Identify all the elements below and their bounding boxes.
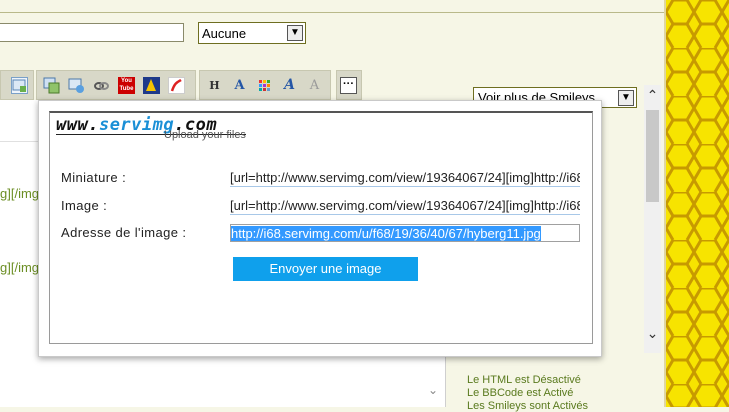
chevron-down-icon[interactable]: ▼ [287, 25, 303, 41]
font-icon[interactable]: A [281, 77, 298, 94]
link-icon[interactable] [93, 77, 110, 94]
smileys-status[interactable]: Les Smileys sont Activés [467, 400, 588, 412]
editor-text-line: g][/img [0, 186, 40, 201]
honeycomb-background [664, 0, 729, 407]
image-icon[interactable] [11, 77, 28, 94]
flash-icon[interactable] [168, 77, 185, 94]
option-select[interactable]: Aucune ▼ [198, 22, 306, 44]
chevron-up-icon[interactable]: ⌃ [645, 87, 660, 104]
image-address-label: Adresse de l'image : [61, 225, 187, 240]
image-field[interactable]: [url=http://www.servimg.com/view/1936406… [230, 197, 580, 215]
editor-toolbar: You Tube H A A A ··· [0, 70, 362, 100]
chevron-down-icon[interactable]: ▼ [618, 90, 634, 106]
miniature-label: Miniature : [61, 170, 127, 185]
dailymotion-icon[interactable] [143, 77, 160, 94]
color-icon[interactable] [256, 77, 273, 94]
chevron-down-icon[interactable]: ⌄ [645, 325, 660, 342]
image-address-value: http://i68.servimg.com/u/f68/19/36/40/67… [231, 226, 541, 241]
heading-icon[interactable]: H [206, 77, 223, 94]
toolbar-group-1 [0, 70, 34, 100]
toolbar-group-3: H A A A [199, 70, 331, 100]
toolbar-group-2: You Tube [36, 70, 196, 100]
image-address-field[interactable]: http://i68.servimg.com/u/f68/19/36/40/67… [230, 224, 580, 242]
servimg-upload-popup: www.servimg.com Upload your files Miniat… [38, 100, 602, 357]
html-status[interactable]: Le HTML est Désactivé [467, 374, 581, 386]
logo-prefix: www. [56, 115, 99, 135]
font-size-icon[interactable]: A [231, 77, 248, 94]
host-image-icon[interactable] [43, 77, 60, 94]
servimg-frame: www.servimg.com Upload your files Miniat… [49, 111, 593, 344]
image-label: Image : [61, 198, 108, 213]
title-input[interactable] [0, 23, 184, 42]
clear-format-icon[interactable]: A [306, 77, 323, 94]
miniature-field[interactable]: [url=http://www.servimg.com/view/1936406… [230, 169, 580, 187]
logo-brand: servimg [98, 115, 175, 135]
youtube-icon[interactable]: You Tube [118, 77, 135, 94]
bbcode-status[interactable]: Le BBCode est Activé [467, 387, 573, 399]
option-select-value: Aucune [202, 26, 247, 41]
more-icon[interactable]: ··· [340, 77, 357, 94]
chevron-down-icon[interactable]: ⌄ [428, 383, 438, 397]
toolbar-group-4: ··· [336, 70, 362, 100]
upload-image-button[interactable]: Envoyer une image [233, 257, 418, 281]
editor-text-line: g][/img [0, 260, 40, 275]
top-divider [0, 12, 664, 13]
host-upload-icon[interactable] [68, 77, 85, 94]
servimg-tagline: Upload your files [164, 129, 246, 141]
scrollbar-thumb[interactable] [646, 110, 659, 202]
